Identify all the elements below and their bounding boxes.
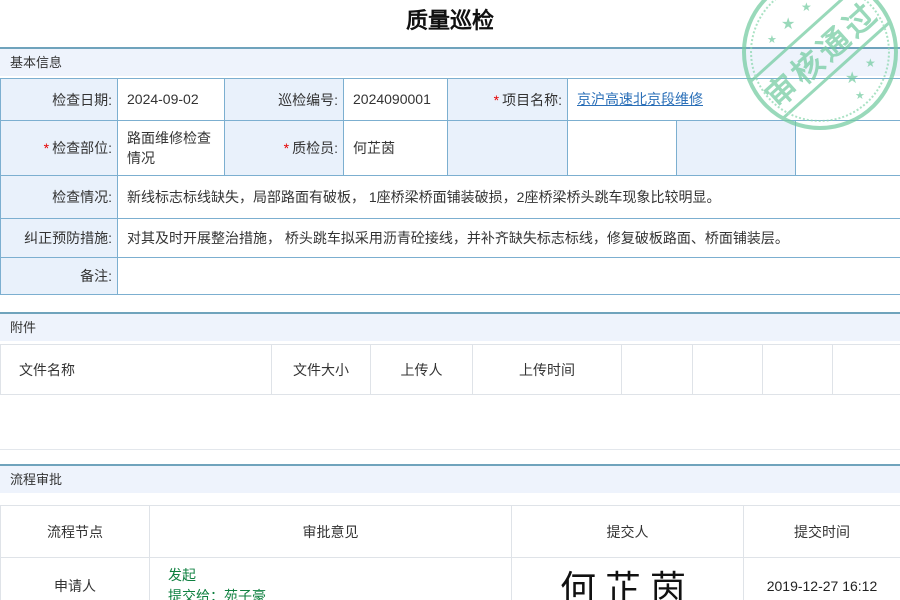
col-header-file-name: 文件名称: [1, 345, 272, 395]
col-header-file-size: 文件大小: [272, 345, 371, 395]
submitter-signature: 何芷茵: [560, 569, 695, 600]
basic-info-table: 检查日期: 2024-09-02 巡检编号: 2024090001 *项目名称:…: [0, 78, 900, 295]
inspect-date-label: 检查日期:: [1, 79, 118, 121]
patrol-no-value: 2024090001: [344, 79, 448, 121]
measures-value: 对其及时开展整治措施， 桥头跳车拟采用沥青砼接线，并补齐缺失标志标线，修复破板路…: [118, 219, 900, 258]
empty-header-cell: [693, 345, 763, 395]
project-link[interactable]: 京沪高速北京段维修: [577, 91, 703, 107]
approval-table: 流程节点 审批意见 提交人 提交时间 申请人 发起 提交给：苑子豪 何芷茵 20…: [0, 505, 900, 600]
approval-row-applicant: 申请人 发起 提交给：苑子豪 何芷茵 2019-12-27 16:12: [1, 558, 900, 600]
col-header-submitter: 提交人: [512, 506, 744, 558]
submit-time-value: 2019-12-27 16:12: [767, 578, 878, 594]
section-header-approval-flow: 流程审批: [0, 464, 900, 493]
star-icon: ★: [767, 35, 777, 46]
inspect-part-label-text: 检查部位:: [52, 140, 112, 156]
remark-label: 备注:: [1, 258, 118, 295]
remark-value: [118, 258, 900, 295]
inspect-part-value: 路面维修检查情况: [118, 121, 225, 176]
table-row: 备注:: [1, 258, 900, 295]
empty-value-cell: [796, 121, 900, 176]
measures-label: 纠正预防措施:: [1, 219, 118, 258]
quality-inspection-page: 质量巡检 审核通过 ★ ★ ★ ★ ★ ★ 基本信息 检查日期: 2024-09…: [0, 0, 900, 600]
inspector-label-text: 质检员:: [292, 140, 338, 156]
col-header-approval-opinion: 审批意见: [150, 506, 512, 558]
patrol-no-label: 巡检编号:: [225, 79, 344, 121]
empty-header-cell: [622, 345, 693, 395]
empty-label-cell: [448, 121, 568, 176]
required-asterisk: *: [284, 140, 289, 156]
attachments-empty-area: [0, 395, 900, 450]
empty-header-cell: [833, 345, 900, 395]
approval-header-row: 流程节点 审批意见 提交人 提交时间: [1, 506, 900, 558]
section-header-attachments: 附件: [0, 312, 900, 341]
project-name-label: *项目名称:: [448, 79, 568, 121]
project-name-label-text: 项目名称:: [502, 92, 562, 108]
opinion-submit-to-text: 提交给：苑子豪: [168, 586, 511, 600]
table-row: 纠正预防措施: 对其及时开展整治措施， 桥头跳车拟采用沥青砼接线，并补齐缺失标志…: [1, 219, 900, 258]
table-row: *检查部位: 路面维修检查情况 *质检员: 何芷茵: [1, 121, 900, 176]
empty-header-cell: [763, 345, 833, 395]
required-asterisk: *: [494, 92, 499, 108]
empty-value-cell: [568, 121, 677, 176]
col-header-upload-time: 上传时间: [473, 345, 622, 395]
table-row: 检查情况: 新线标志标线缺失，局部路面有破板， 1座桥梁桥面铺装破损，2座桥梁桥…: [1, 176, 900, 219]
inspect-part-label: *检查部位:: [1, 121, 118, 176]
situation-value: 新线标志标线缺失，局部路面有破板， 1座桥梁桥面铺装破损，2座桥梁桥头跳车现象比…: [118, 176, 900, 219]
attachments-table: 文件名称 文件大小 上传人 上传时间: [0, 344, 900, 395]
approval-opinion-cell: 发起 提交给：苑子豪: [150, 558, 512, 600]
inspect-date-value: 2024-09-02: [118, 79, 225, 121]
col-header-submit-time: 提交时间: [744, 506, 900, 558]
col-header-uploader: 上传人: [371, 345, 473, 395]
inspector-label: *质检员:: [225, 121, 344, 176]
required-asterisk: *: [44, 140, 49, 156]
page-title: 质量巡检: [0, 3, 900, 35]
inspector-value: 何芷茵: [344, 121, 448, 176]
empty-label-cell: [677, 121, 796, 176]
situation-label: 检查情况:: [1, 176, 118, 219]
project-name-cell: 京沪高速北京段维修: [568, 79, 900, 121]
flow-node-value: 申请人: [1, 558, 150, 600]
submit-time-cell: 2019-12-27 16:12: [744, 558, 900, 600]
submitter-cell: 何芷茵: [512, 558, 744, 600]
opinion-initiate-text: 发起: [168, 565, 511, 586]
attachments-header-row: 文件名称 文件大小 上传人 上传时间: [1, 345, 900, 395]
col-header-flow-node: 流程节点: [1, 506, 150, 558]
section-header-basic-info: 基本信息: [0, 47, 900, 76]
table-row: 检查日期: 2024-09-02 巡检编号: 2024090001 *项目名称:…: [1, 79, 900, 121]
